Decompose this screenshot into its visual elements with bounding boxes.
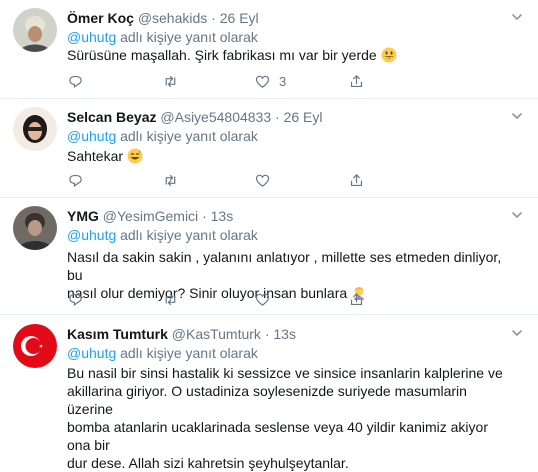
timestamp[interactable]: 26 Eyl (220, 10, 259, 26)
grinning-face-emoji-icon (381, 47, 397, 63)
chevron-down-icon[interactable] (510, 10, 524, 24)
timestamp[interactable]: 13s (211, 208, 234, 224)
tweet-header: Ömer Koç @sehakids · 26 Eyl (67, 9, 259, 27)
separator-dot: · (264, 326, 270, 342)
reply-context: @uhutg adlı kişiye yanıt olarak (67, 127, 258, 145)
share-icon (350, 74, 363, 87)
avatar[interactable] (13, 324, 57, 368)
like-action[interactable] (254, 289, 279, 309)
retweet-icon (165, 174, 176, 186)
like-action[interactable]: 3 (254, 71, 286, 91)
timestamp[interactable]: 26 Eyl (284, 109, 323, 125)
reply-thread: Ömer Koç @sehakids · 26 Eyl @uhutg adlı … (0, 0, 538, 471)
tweet-header: YMG @YesimGemici · 13s (67, 207, 233, 225)
tweet-actions (67, 170, 487, 190)
reply-context-text: adlı kişiye yanıt olarak (120, 227, 258, 243)
tweet-text-content: Sahtekar (67, 148, 124, 164)
share-icon (350, 292, 363, 305)
display-name[interactable]: Ömer Koç (67, 10, 134, 26)
tweet-actions: 3 (67, 71, 487, 91)
reply-context: @uhutg adlı kişiye yanıt olarak (67, 226, 258, 244)
reply-mention-link[interactable]: @uhutg (67, 227, 116, 243)
separator-dot: · (211, 10, 216, 26)
heart-icon (255, 293, 270, 306)
reply-icon (69, 75, 82, 88)
user-handle[interactable]: @sehakids (138, 10, 207, 26)
tweet-text: Sürüsüne maşallah. Şirk fabrikası mı var… (67, 46, 507, 64)
share-icon (350, 173, 363, 186)
reply-mention-link[interactable]: @uhutg (67, 345, 116, 361)
tweet-text-line: bomba atanlarin ucaklarinada seslense ve… (67, 419, 488, 453)
reply-mention-link[interactable]: @uhutg (67, 128, 116, 144)
reply-action[interactable] (67, 289, 92, 309)
tweet-text-line: Nasıl da sakin sakin , yalanını anlatıyo… (67, 249, 502, 283)
grinning-sweat-emoji-icon (127, 148, 143, 164)
tweet-text-line: Bu nasil bir sinsi hastalik ki sessizce … (67, 365, 503, 381)
chevron-down-icon[interactable] (510, 326, 524, 340)
reply-action[interactable] (67, 71, 92, 91)
user-handle[interactable]: @KasTumturk (172, 326, 261, 342)
like-count: 3 (279, 73, 287, 89)
reply-context-text: adlı kişiye yanıt olarak (120, 345, 258, 361)
like-action[interactable] (254, 170, 279, 190)
retweet-icon (165, 293, 176, 305)
tweet-actions (67, 289, 487, 309)
tweet-text-line: akillarina giriyor. O ustadiniza soylese… (67, 383, 467, 417)
separator-dot: · (202, 208, 207, 224)
retweet-icon (165, 75, 176, 87)
tweet[interactable]: Selcan Beyaz @Asiye54804833 · 26 Eyl @uh… (0, 99, 538, 198)
share-action[interactable] (348, 170, 365, 190)
reply-context: @uhutg adlı kişiye yanıt olarak (67, 344, 258, 362)
avatar[interactable] (13, 107, 57, 151)
user-handle[interactable]: @YesimGemici (103, 208, 198, 224)
tweet[interactable]: YMG @YesimGemici · 13s @uhutg adlı kişiy… (0, 198, 538, 315)
chevron-down-icon[interactable] (510, 109, 524, 123)
display-name[interactable]: YMG (67, 208, 99, 224)
share-action[interactable] (348, 71, 365, 91)
share-action[interactable] (348, 289, 365, 309)
tweet-text: Bu nasil bir sinsi hastalik ki sessizce … (67, 364, 507, 472)
reply-icon (69, 293, 82, 306)
timestamp[interactable]: 13s (273, 326, 296, 342)
retweet-action[interactable] (162, 71, 187, 91)
reply-context: @uhutg adlı kişiye yanıt olarak (67, 28, 258, 46)
reply-context-text: adlı kişiye yanıt olarak (120, 128, 258, 144)
retweet-action[interactable] (162, 170, 187, 190)
user-handle[interactable]: @Asiye54804833 (160, 109, 271, 125)
display-name[interactable]: Selcan Beyaz (67, 109, 157, 125)
avatar[interactable] (13, 8, 57, 52)
chevron-down-icon[interactable] (510, 208, 524, 222)
turkish-flag-avatar (13, 324, 57, 368)
heart-icon (255, 174, 270, 187)
reply-mention-link[interactable]: @uhutg (67, 29, 116, 45)
tweet-header: Selcan Beyaz @Asiye54804833 · 26 Eyl (67, 108, 323, 126)
tweet-text-content: Sürüsüne maşallah. Şirk fabrikası mı var… (67, 47, 377, 63)
tweet[interactable]: Ömer Koç @sehakids · 26 Eyl @uhutg adlı … (0, 0, 538, 99)
tweet-text: Sahtekar (67, 147, 507, 165)
reply-context-text: adlı kişiye yanıt olarak (120, 29, 258, 45)
tweet-header: Kasım Tumturk @KasTumturk · 13s (67, 325, 296, 343)
tweet[interactable]: Kasım Tumturk @KasTumturk · 13s @uhutg a… (0, 315, 538, 471)
avatar[interactable] (13, 206, 57, 250)
reply-action[interactable] (67, 170, 92, 190)
separator-dot: · (275, 109, 280, 125)
retweet-action[interactable] (162, 289, 187, 309)
reply-icon (69, 174, 82, 187)
heart-icon (255, 75, 270, 88)
tweet-text-line: dur dese. Allah sizi kahretsin şeyhulşey… (67, 455, 349, 471)
display-name[interactable]: Kasım Tumturk (67, 326, 168, 342)
